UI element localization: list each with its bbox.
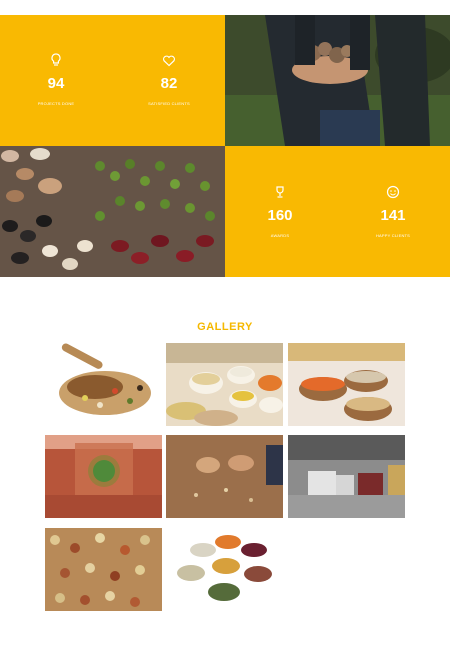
gallery-image-grain-bowls[interactable] [166, 343, 283, 426]
gallery-image-hands-grains[interactable] [166, 435, 283, 518]
gallery-image-warehouse-truck[interactable] [288, 435, 405, 518]
stats-section: 94 PROJECTS DONE 82 SATISFIED CLIENTS 16… [0, 15, 450, 277]
heart-icon [163, 55, 175, 67]
stat-label: PROJECTS DONE [37, 101, 75, 106]
stat-projects-done: 94 PROJECTS DONE [16, 52, 96, 106]
lightbulb-icon [51, 53, 61, 66]
trophy-icon [276, 186, 284, 198]
gallery-image-lentil-sacks[interactable] [45, 435, 162, 518]
stat-label: HAPPY CLIENTS [375, 233, 411, 238]
gallery-title: GALLERY [197, 321, 253, 333]
stat-label: AWARDS [270, 233, 290, 238]
gallery-image-split-peas[interactable] [45, 528, 162, 611]
stats-panel-top: 94 PROJECTS DONE 82 SATISFIED CLIENTS [0, 15, 225, 146]
gallery-image-legume-bowls[interactable] [166, 528, 283, 611]
stat-label: SATISFIED CLIENTS [148, 101, 190, 106]
stat-happy-clients: 141 HAPPY CLIENTS [353, 184, 433, 238]
beans-photo [0, 146, 225, 277]
gallery-image-mixed-legumes-scoop[interactable] [45, 343, 162, 426]
farmer-hands-photo [225, 15, 450, 146]
stat-awards: 160 AWARDS [240, 184, 320, 238]
stats-panel-bottom: 160 AWARDS 141 HAPPY CLIENTS [225, 146, 450, 277]
smiley-icon [386, 185, 400, 199]
stat-number: 94 [47, 75, 65, 92]
stat-satisfied-clients: 82 SATISFIED CLIENTS [129, 52, 209, 106]
stat-number: 141 [380, 207, 406, 224]
stat-number: 82 [160, 75, 178, 92]
stat-number: 160 [267, 207, 293, 224]
gallery-image-wooden-bowls[interactable] [288, 343, 405, 426]
